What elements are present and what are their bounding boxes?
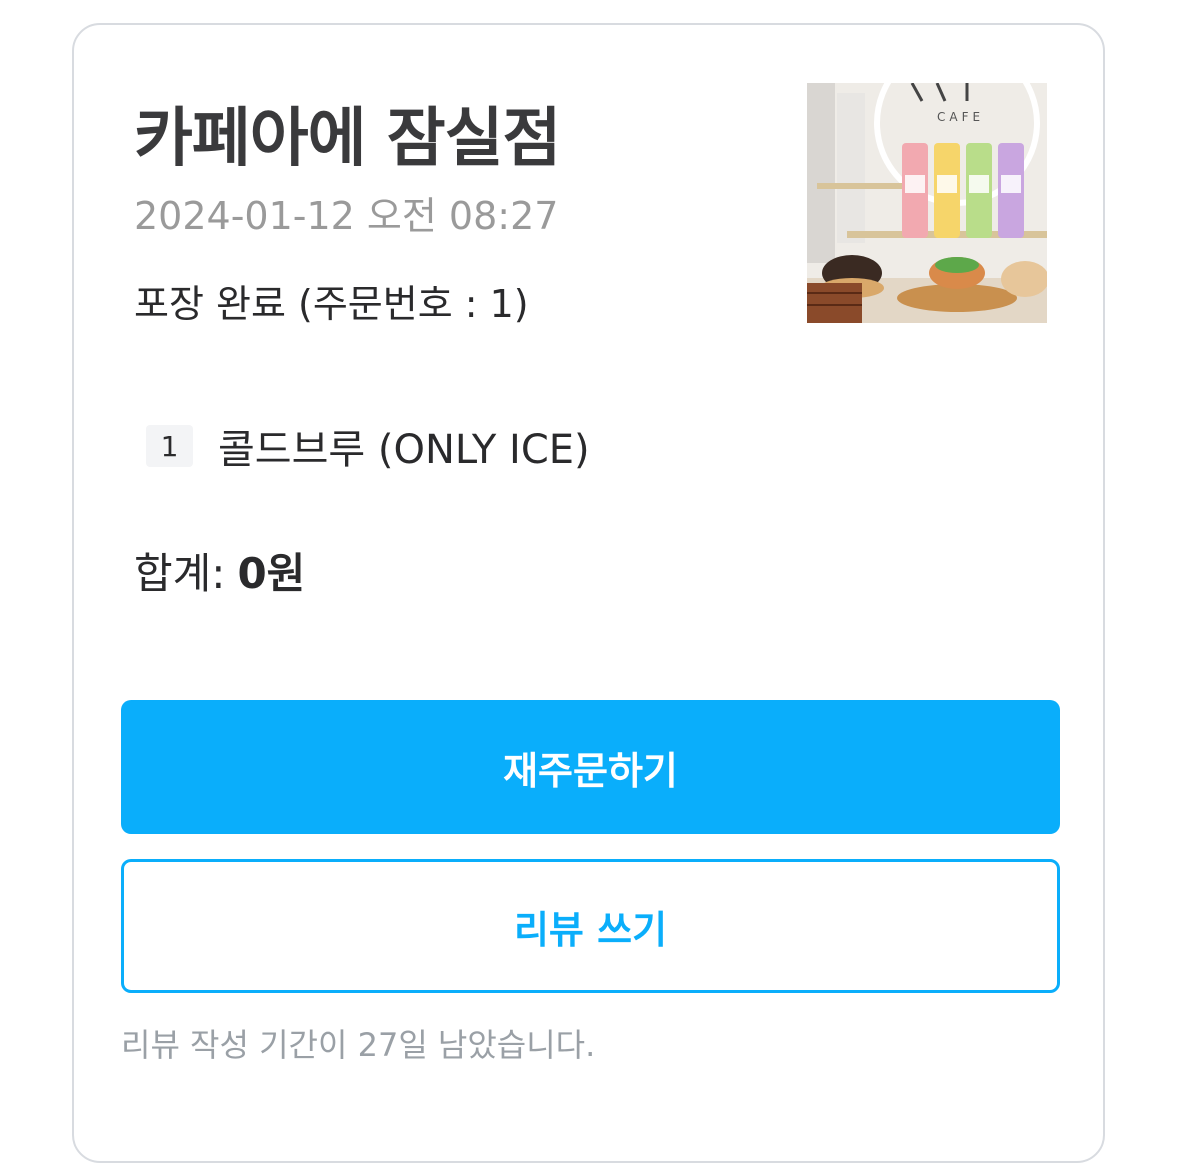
quantity-badge: 1: [146, 425, 193, 467]
write-review-button[interactable]: 리뷰 쓰기: [121, 859, 1060, 993]
order-date: 2024-01-12 오전 08:27: [134, 194, 559, 238]
store-thumbnail[interactable]: CAFE: [807, 83, 1047, 323]
total-value: 0원: [237, 549, 306, 598]
reorder-button[interactable]: 재주문하기: [121, 700, 1060, 834]
thumbnail-cafe-text: CAFE: [937, 110, 984, 124]
total-label: 합계:: [134, 549, 226, 598]
order-status: 포장 완료 (주문번호 : 1): [134, 282, 529, 326]
store-name[interactable]: 카페아에 잠실점: [134, 87, 561, 179]
list-item: 1 콜드브루 (ONLY ICE): [146, 425, 590, 473]
store-photo-icon: CAFE: [807, 83, 1047, 323]
review-deadline-note: 리뷰 작성 기간이 27일 남았습니다.: [121, 1026, 596, 1064]
order-card: 카페아에 잠실점 2024-01-12 오전 08:27 포장 완료 (주문번호…: [72, 23, 1105, 1163]
item-name: 콜드브루 (ONLY ICE): [218, 427, 590, 473]
total-row: 합계: 0원: [134, 540, 305, 601]
